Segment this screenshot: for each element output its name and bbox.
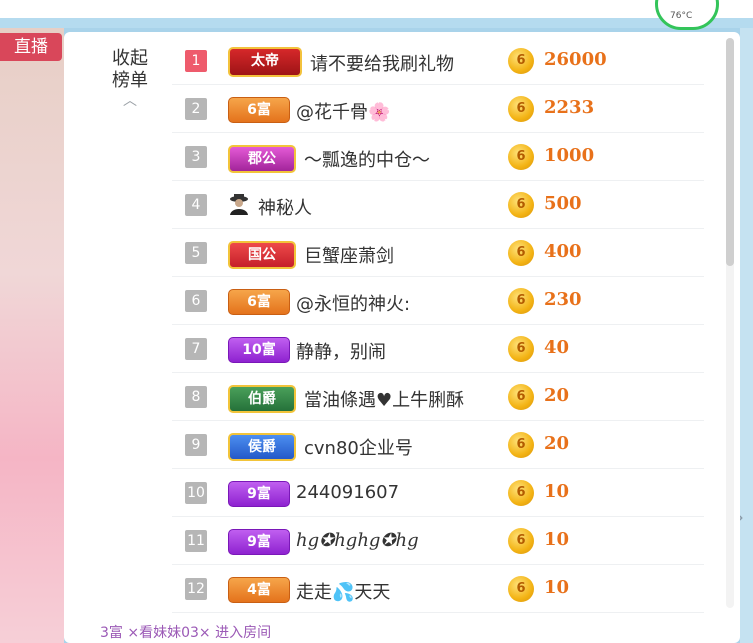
video-preview[interactable] bbox=[0, 28, 64, 643]
coin-icon: 6 bbox=[508, 96, 534, 122]
rank-number: 2 bbox=[185, 98, 207, 120]
gift-amount: 20 bbox=[544, 433, 570, 454]
gift-amount: 10 bbox=[544, 577, 570, 598]
coin-icon: 6 bbox=[508, 528, 534, 554]
footer-message: 3富 ×看妹妹03× 进入房间 bbox=[100, 625, 272, 641]
coin-icon: 6 bbox=[508, 48, 534, 74]
right-strip bbox=[740, 28, 753, 643]
gift-amount: 500 bbox=[544, 193, 582, 214]
collapse-ranking-button[interactable]: 收起 榜单 ︿ bbox=[108, 48, 152, 112]
gift-amount: 230 bbox=[544, 289, 582, 310]
ranking-row[interactable]: 3 郡公 ～瓢逸的中仓～ 6 1000 bbox=[172, 133, 704, 181]
rank-level-badge: 9富 bbox=[228, 529, 290, 555]
ranking-row[interactable]: 8 伯爵 當油條遇♥上牛脷酥 6 20 bbox=[172, 373, 704, 421]
rank-level-badge: 太帝 bbox=[228, 47, 302, 77]
rank-level-badge: 6富 bbox=[228, 289, 290, 315]
collapse-label-1: 收起 bbox=[112, 48, 148, 69]
rank-number: 4 bbox=[185, 194, 207, 216]
user-name[interactable]: @花千骨🌸 bbox=[296, 98, 390, 124]
gift-amount: 10 bbox=[544, 529, 570, 550]
rank-level-badge: 6富 bbox=[228, 97, 290, 123]
collapse-label-2: 榜单 bbox=[112, 70, 148, 91]
user-name[interactable]: 请不要给我刷礼物 bbox=[310, 50, 454, 76]
rank-number: 1 bbox=[185, 50, 207, 72]
coin-icon: 6 bbox=[508, 288, 534, 314]
gift-amount: 40 bbox=[544, 337, 570, 358]
coin-icon: 6 bbox=[508, 336, 534, 362]
rank-number: 5 bbox=[185, 242, 207, 264]
live-badge: 直播 bbox=[0, 33, 62, 61]
gift-amount: 1000 bbox=[544, 145, 595, 166]
ranking-row[interactable]: 7 10富 静静，别闹 6 40 bbox=[172, 325, 704, 373]
ranking-row[interactable]: 5 国公 巨蟹座萧剑 6 400 bbox=[172, 229, 704, 277]
gift-amount: 10 bbox=[544, 481, 570, 502]
rank-number: 10 bbox=[185, 482, 207, 504]
ranking-row[interactable]: 6 6富 @永恒的神火: 6 230 bbox=[172, 277, 704, 325]
ranking-list: 1 太帝 请不要给我刷礼物 6 26000 2 6富 @花千骨🌸 6 2233 3 郡公 ～瓢逸的中仓～… bbox=[172, 37, 704, 613]
user-name[interactable]: 巨蟹座萧剑 bbox=[304, 242, 394, 268]
coin-icon: 6 bbox=[508, 192, 534, 218]
user-name[interactable]: 當油條遇♥上牛脷酥 bbox=[304, 386, 464, 412]
gift-amount: 20 bbox=[544, 385, 570, 406]
coin-icon: 6 bbox=[508, 240, 534, 266]
rank-number: 8 bbox=[185, 386, 207, 408]
rank-level-badge: 伯爵 bbox=[228, 385, 296, 413]
rank-number: 11 bbox=[185, 530, 207, 552]
coin-icon: 6 bbox=[508, 576, 534, 602]
rank-number: 12 bbox=[185, 578, 207, 600]
user-name[interactable]: 走走💦天天 bbox=[296, 578, 390, 604]
ranking-row[interactable]: 2 6富 @花千骨🌸 6 2233 bbox=[172, 85, 704, 133]
rank-level-badge: 侯爵 bbox=[228, 433, 296, 461]
mystery-user-icon bbox=[227, 192, 251, 216]
gift-amount: 400 bbox=[544, 241, 582, 262]
ranking-row[interactable]: 11 9富 ℎ𝑔✪ℎ𝑔ℎ𝑔✪ℎ𝑔 6 10 bbox=[172, 517, 704, 565]
ranking-row[interactable]: 12 4富 走走💦天天 6 10 bbox=[172, 565, 704, 613]
rank-level-badge: 9富 bbox=[228, 481, 290, 507]
user-name[interactable]: 神秘人 bbox=[258, 194, 312, 220]
scrollbar-thumb[interactable] bbox=[726, 38, 734, 266]
coin-icon: 6 bbox=[508, 432, 534, 458]
temperature-value: 76°C bbox=[670, 11, 693, 21]
top-bar bbox=[0, 0, 753, 28]
ranking-row[interactable]: 10 9富 244091607 6 10 bbox=[172, 469, 704, 517]
user-name[interactable]: ℎ𝑔✪ℎ𝑔ℎ𝑔✪ℎ𝑔 bbox=[296, 530, 419, 551]
user-name[interactable]: @永恒的神火: bbox=[296, 290, 410, 316]
rank-level-badge: 10富 bbox=[228, 337, 290, 363]
ranking-row[interactable]: 4 神秘人 6 500 bbox=[172, 181, 704, 229]
ranking-row[interactable]: 1 太帝 请不要给我刷礼物 6 26000 bbox=[172, 37, 704, 85]
rank-level-badge: 国公 bbox=[228, 241, 296, 269]
user-name[interactable]: 244091607 bbox=[296, 482, 399, 503]
chevron-up-icon: ︿ bbox=[123, 93, 137, 109]
rank-level-badge: 4富 bbox=[228, 577, 290, 603]
ranking-row[interactable]: 9 侯爵 cvn80企业号 6 20 bbox=[172, 421, 704, 469]
top-strip bbox=[0, 18, 753, 28]
rank-number: 6 bbox=[185, 290, 207, 312]
rank-number: 7 bbox=[185, 338, 207, 360]
coin-icon: 6 bbox=[508, 384, 534, 410]
coin-icon: 6 bbox=[508, 144, 534, 170]
rank-number: 9 bbox=[185, 434, 207, 456]
rank-level-badge: 郡公 bbox=[228, 145, 296, 173]
coin-icon: 6 bbox=[508, 480, 534, 506]
user-name[interactable]: 静静，别闹 bbox=[296, 338, 386, 364]
gift-amount: 2233 bbox=[544, 97, 595, 118]
gift-amount: 26000 bbox=[544, 49, 607, 70]
user-name[interactable]: cvn80企业号 bbox=[304, 434, 413, 460]
user-name[interactable]: ～瓢逸的中仓～ bbox=[304, 146, 430, 172]
rank-number: 3 bbox=[185, 146, 207, 168]
